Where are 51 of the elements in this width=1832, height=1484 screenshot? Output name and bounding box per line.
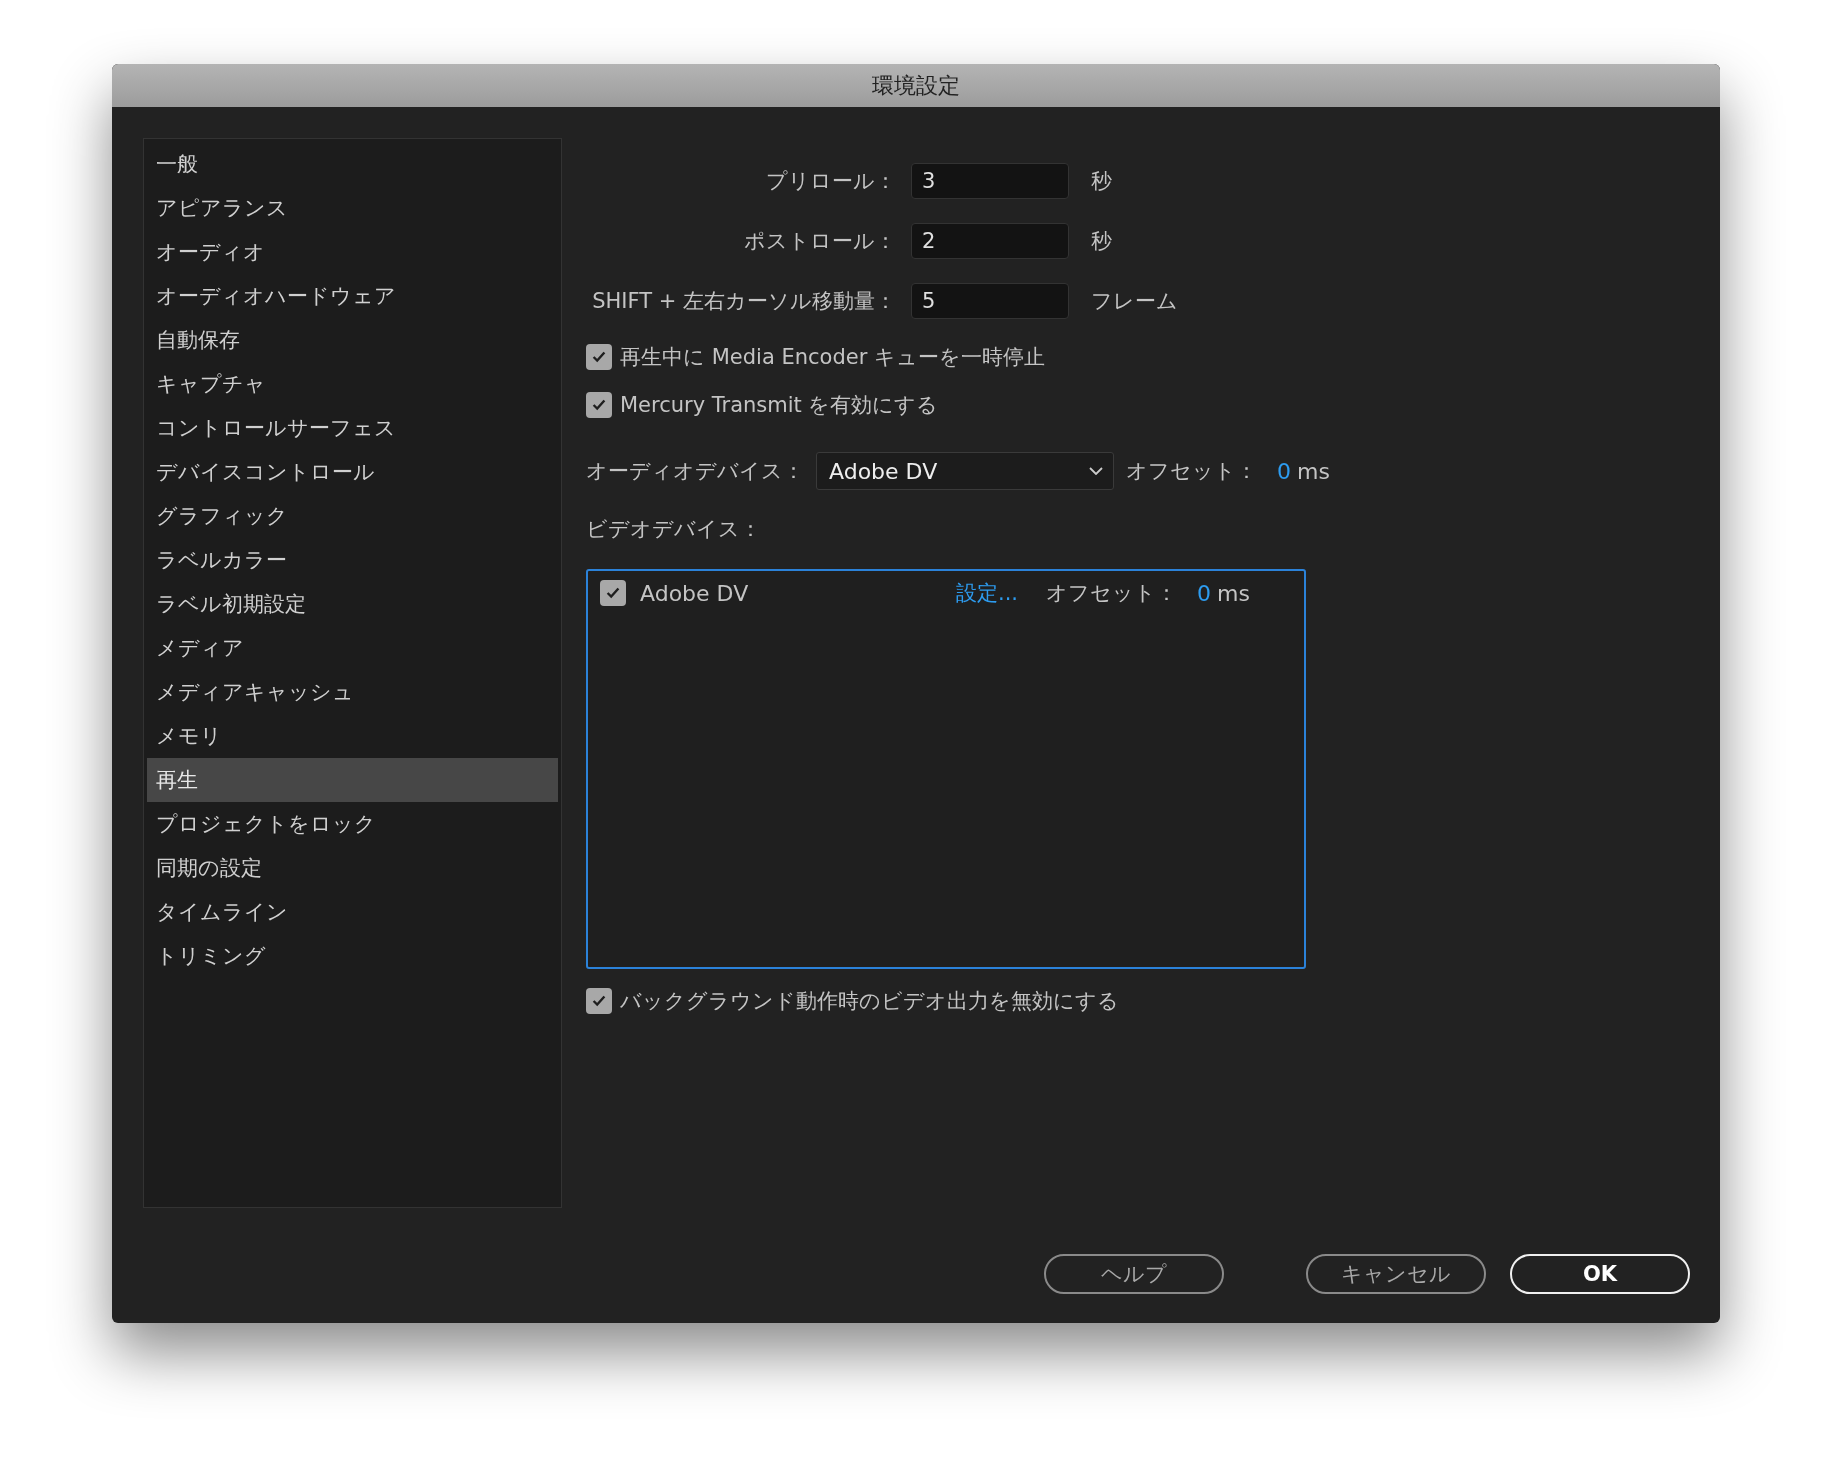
sidebar-item[interactable]: トリミング xyxy=(147,934,558,978)
sidebar-item[interactable]: キャプチャ xyxy=(147,362,558,406)
sidebar-item[interactable]: オーディオ xyxy=(147,230,558,274)
offset-unit: ms xyxy=(1297,458,1330,484)
ok-button[interactable]: OK xyxy=(1510,1254,1690,1294)
checkbox[interactable] xyxy=(586,344,612,370)
offset-label: オフセット： xyxy=(1046,580,1178,607)
offset-value[interactable]: 0 xyxy=(1197,580,1212,606)
sidebar-item[interactable]: メディアキャッシュ xyxy=(147,670,558,714)
offset-value[interactable]: 0 xyxy=(1277,458,1291,484)
sidebar-item[interactable]: タイムライン xyxy=(147,890,558,934)
checkbox[interactable] xyxy=(600,580,626,606)
dialog-button[interactable]: ヘルプ xyxy=(1044,1254,1224,1294)
field-label: プリロール： xyxy=(765,168,896,195)
sidebar-item[interactable]: メディア xyxy=(147,626,558,670)
chevron-icon xyxy=(1089,467,1103,475)
offset-label: オフセット： xyxy=(1126,458,1257,485)
sidebar-item[interactable]: コントロールサーフェス xyxy=(147,406,558,450)
sidebar-item[interactable]: 再生 xyxy=(147,758,558,802)
settings-link[interactable]: 設定... xyxy=(956,579,1019,607)
checkbox-label: バックグラウンド動作時のビデオ出力を無効にする xyxy=(620,988,1119,1015)
unit-label: 秒 xyxy=(1091,228,1112,255)
input-field[interactable]: 2 xyxy=(911,223,1069,259)
sidebar-item[interactable]: オーディオハードウェア xyxy=(147,274,558,318)
video-device-label: ビデオデバイス： xyxy=(586,516,762,543)
sidebar-item[interactable]: メモリ xyxy=(147,714,558,758)
offset-unit: ms xyxy=(1217,580,1250,606)
sidebar-item[interactable]: 自動保存 xyxy=(147,318,558,362)
sidebar-item[interactable]: グラフィック xyxy=(147,494,558,538)
unit-label: 秒 xyxy=(1091,168,1112,195)
input-field[interactable]: 5 xyxy=(911,283,1069,319)
sidebar-item[interactable]: アピアランス xyxy=(147,186,558,230)
audio-device-dropdown[interactable]: Adobe DV xyxy=(816,452,1114,490)
device-name: Adobe DV xyxy=(640,580,750,606)
checkbox-label: Mercury Transmit を有効にする xyxy=(620,392,939,419)
sidebar-item[interactable]: ラベル初期設定 xyxy=(147,582,558,626)
checkbox[interactable] xyxy=(586,392,612,418)
sidebar-item[interactable]: プロジェクトをロック xyxy=(147,802,558,846)
unit-label: フレーム xyxy=(1091,288,1178,315)
window-title: 環境設定 xyxy=(872,71,960,100)
sidebar-item[interactable]: 同期の設定 xyxy=(147,846,558,890)
field-label: SHIFT + 左右カーソル移動量： xyxy=(591,288,896,315)
audio-device-label: オーディオデバイス： xyxy=(586,458,804,485)
sidebar-item[interactable]: ラベルカラー xyxy=(147,538,558,582)
dialog-button[interactable]: キャンセル xyxy=(1306,1254,1486,1294)
field-label: ポストロール： xyxy=(743,228,896,255)
checkbox[interactable] xyxy=(586,988,612,1014)
input-field[interactable]: 3 xyxy=(911,163,1069,199)
checkbox-label: 再生中に Media Encoder キューを一時停止 xyxy=(620,344,1045,371)
sidebar-item[interactable]: デバイスコントロール xyxy=(147,450,558,494)
sidebar-item[interactable]: 一般 xyxy=(147,142,558,186)
